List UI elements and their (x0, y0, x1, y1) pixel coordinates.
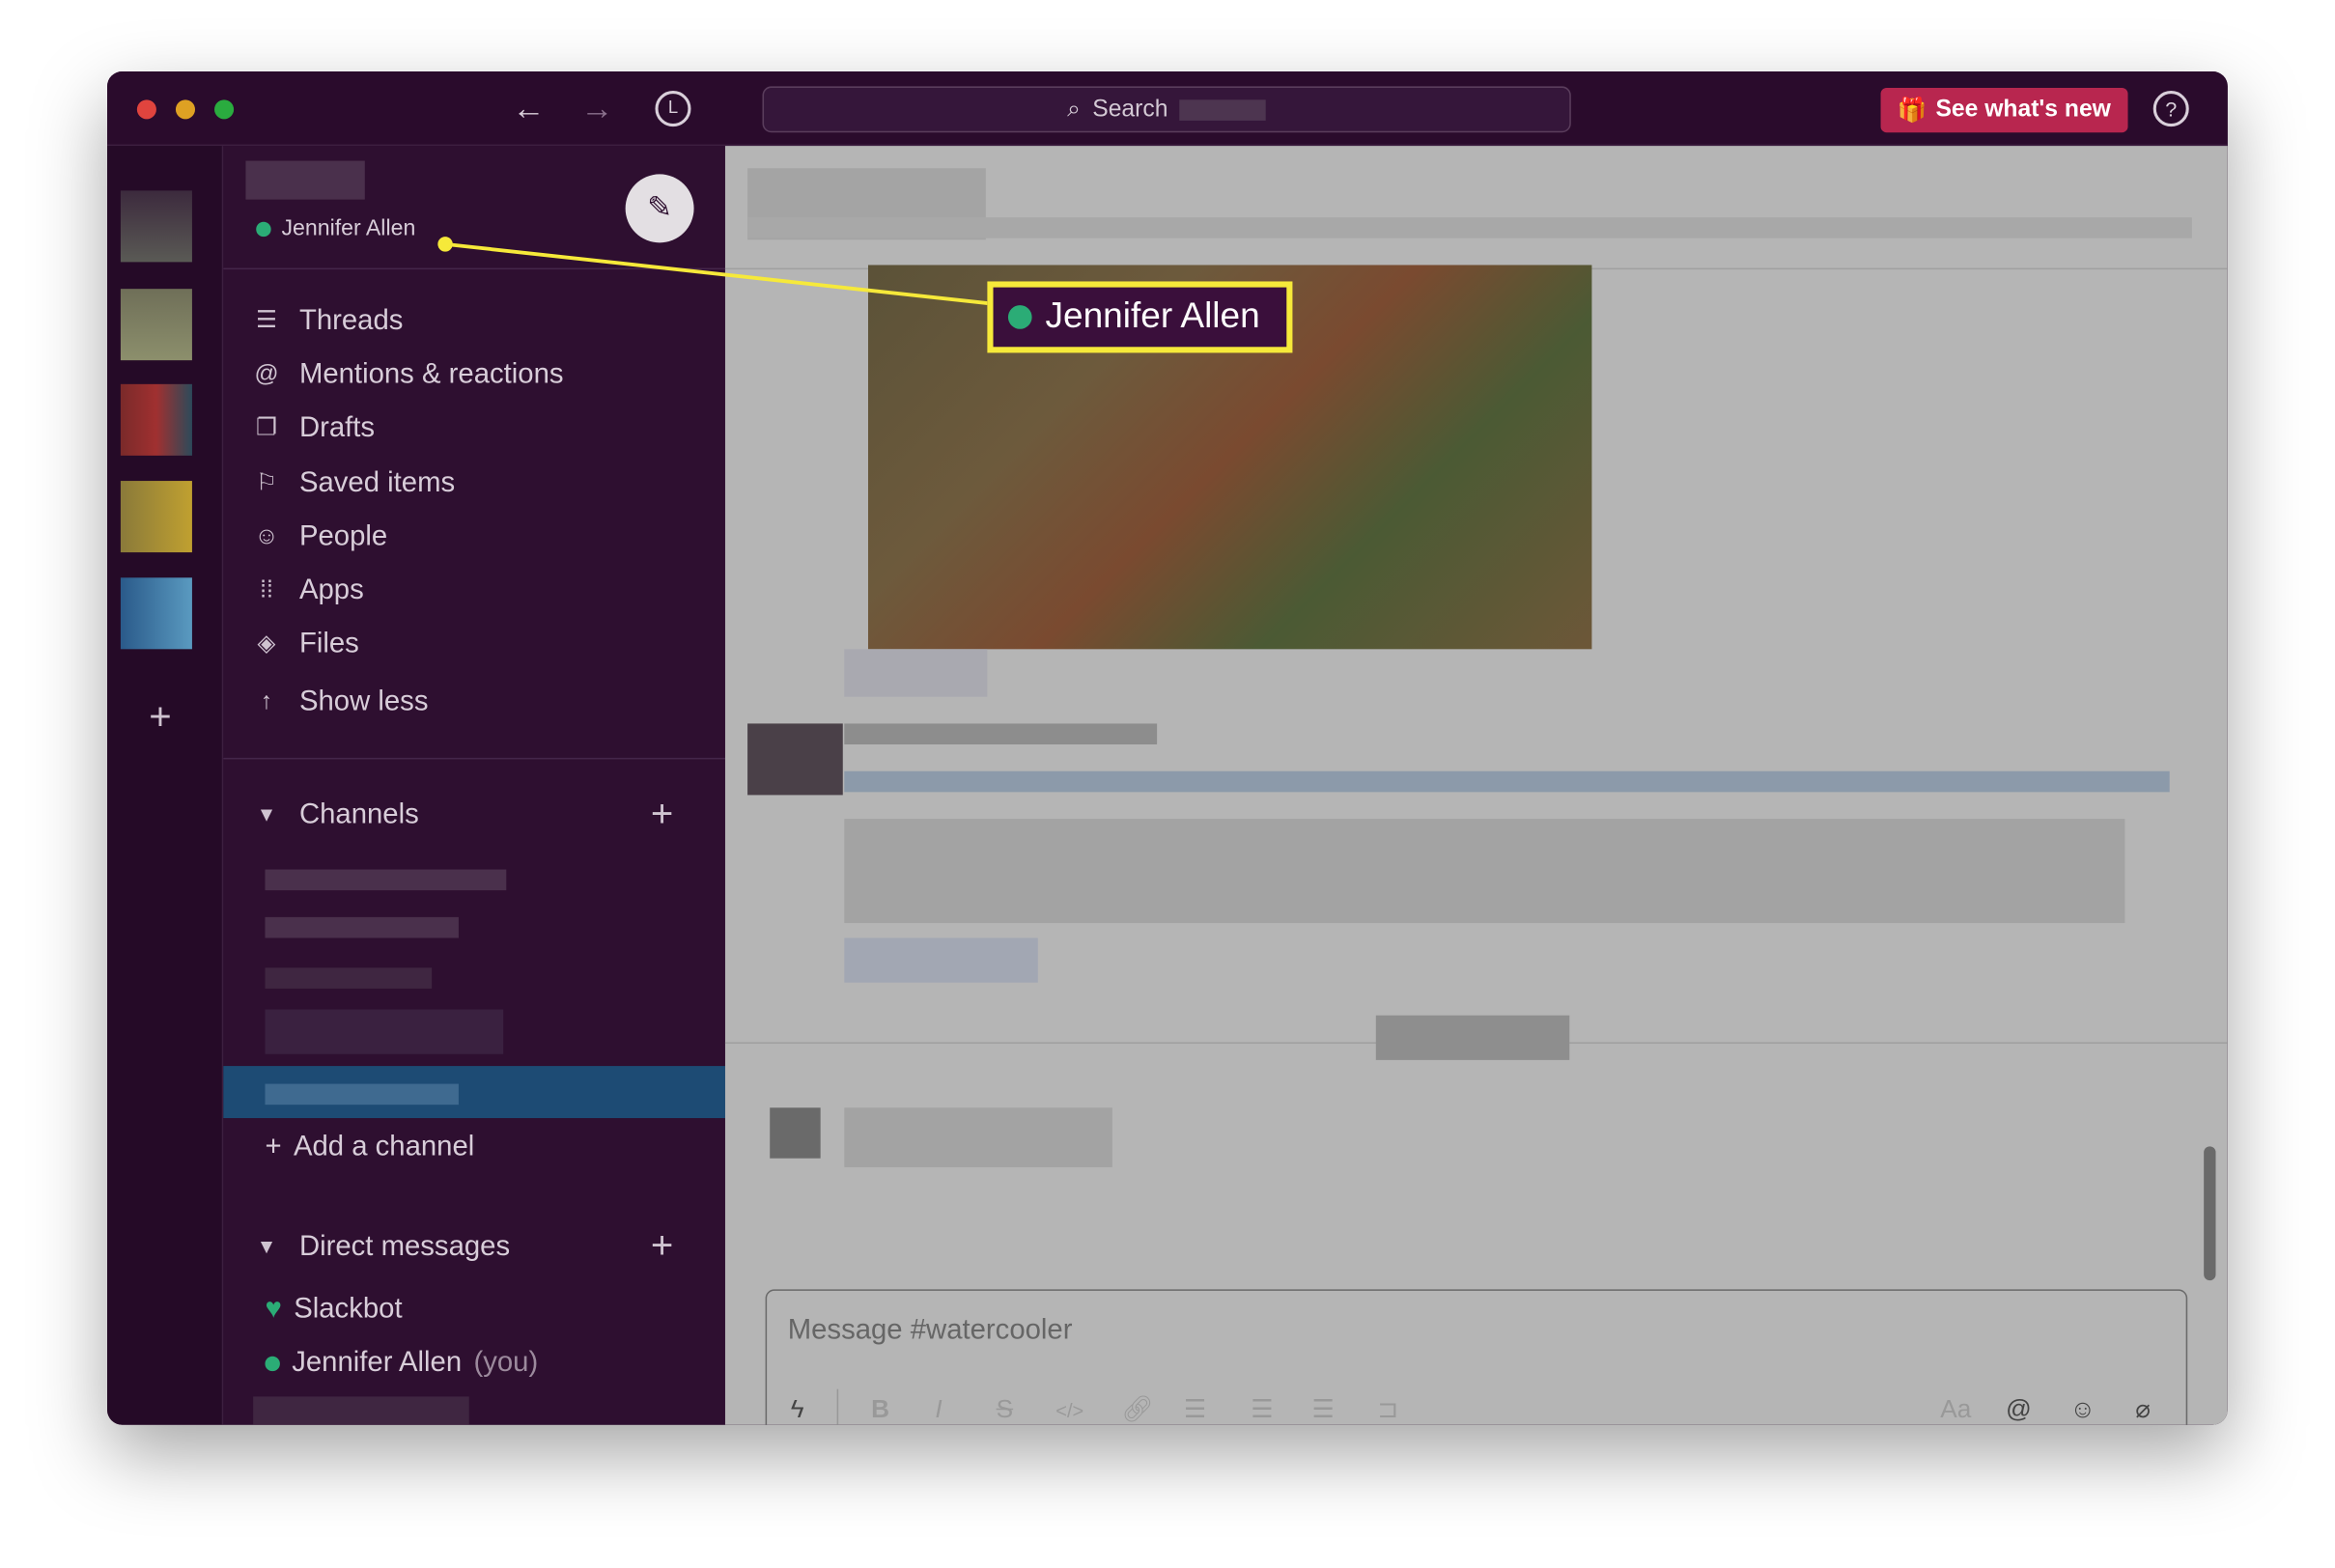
online-status-icon (1007, 305, 1032, 329)
callout-line (437, 237, 993, 306)
callout-dot (437, 237, 453, 252)
callout-label: Jennifer Allen (1045, 295, 1260, 337)
callout-highlight: Jennifer Allen (987, 281, 1293, 353)
